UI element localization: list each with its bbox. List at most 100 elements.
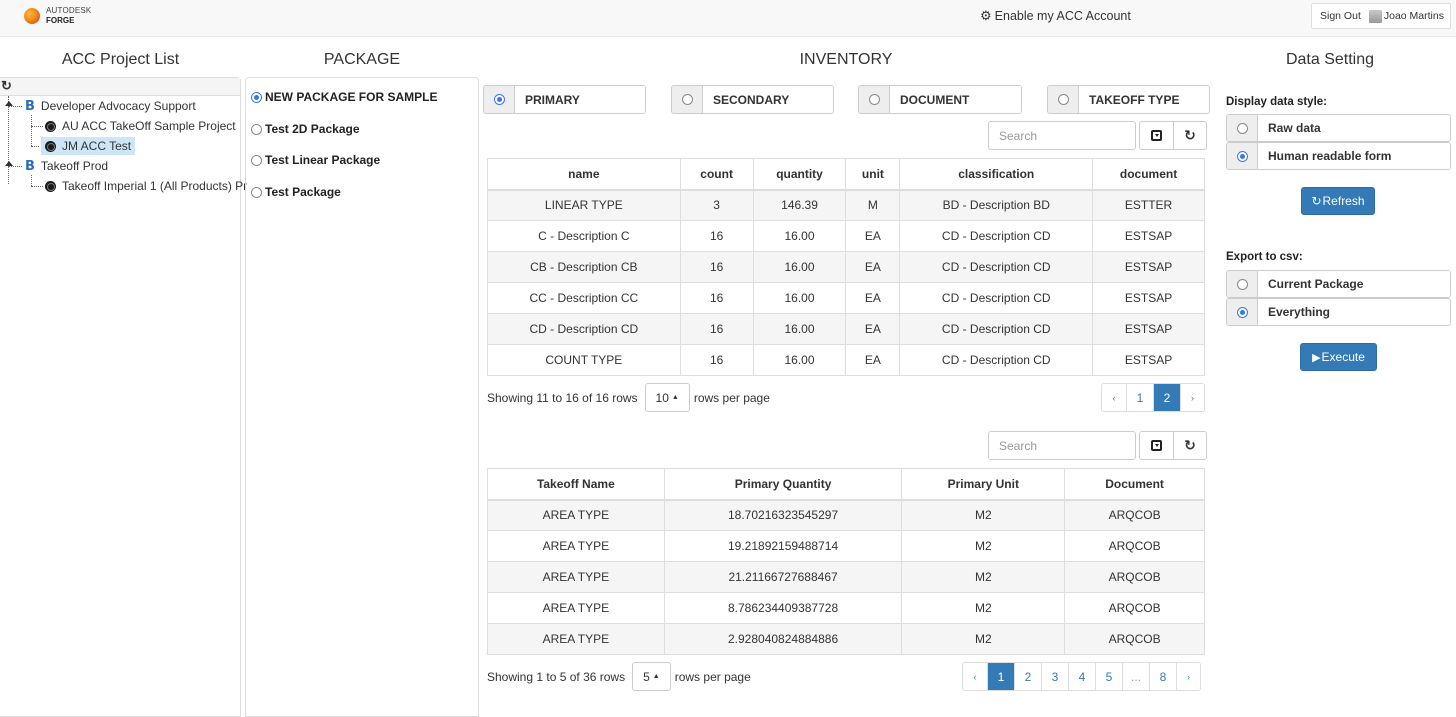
page-button[interactable]: 1	[1126, 384, 1153, 411]
prev-page-button[interactable]: ‹	[963, 663, 987, 690]
inventory-radio-secondary[interactable]: SECONDARY	[671, 85, 834, 114]
execute-button[interactable]: ▶ Execute	[1300, 343, 1377, 371]
display-option-raw-data[interactable]: Raw data	[1226, 114, 1451, 142]
page-button[interactable]: 2	[1153, 384, 1180, 411]
table1-refresh-button[interactable]: ↻	[1173, 122, 1206, 149]
sign-out-button[interactable]: Sign Out	[1320, 10, 1361, 22]
table-row[interactable]: LINEAR TYPE 3 146.39 M BD - Description BD ES…	[487, 189, 1205, 221]
play-icon: ▶	[1312, 351, 1321, 364]
page-size-dropdown[interactable]: 5 ▲	[632, 662, 671, 691]
package-option[interactable]: Test Linear Package	[251, 153, 380, 167]
table-row[interactable]: C - Description C 16 16.00 EA CD - Descripti…	[487, 220, 1205, 252]
column-header-name[interactable]: name	[487, 158, 681, 191]
column-header-classification[interactable]: classification	[899, 158, 1094, 191]
tree-node-project-selected[interactable]: JM ACC Test	[41, 137, 136, 155]
page-button[interactable]: 4	[1068, 663, 1095, 690]
tree-node-project[interactable]: AU ACC TakeOff Sample Project	[45, 117, 236, 135]
table2-search-input[interactable]	[988, 431, 1136, 460]
column-header-primary-quantity[interactable]: Primary Quantity	[663, 468, 903, 501]
table2-refresh-button[interactable]: ↻	[1173, 432, 1206, 459]
collapse-arrow-icon[interactable]	[5, 101, 13, 106]
table-row[interactable]: CB - Description CB 16 16.00 EA CD - Descrip…	[487, 251, 1205, 283]
inventory-radio-primary[interactable]: PRIMARY	[483, 85, 646, 114]
table-row[interactable]: AREA TYPE 21.21166727688467 M2 ARQCOB	[487, 561, 1205, 593]
table-cell: M2	[901, 592, 1066, 624]
display-option-human-readable[interactable]: Human readable form	[1226, 142, 1451, 170]
table-cell: EA	[845, 313, 901, 345]
table-cell: ARQCOB	[1064, 530, 1205, 562]
next-page-button[interactable]: ›	[1176, 663, 1200, 690]
export-option-label: Everything	[1258, 299, 1450, 325]
radio-checked-icon[interactable]	[1236, 306, 1248, 318]
table-cell: BD - Description BD	[899, 189, 1094, 221]
table2-columns-toggle-button[interactable]	[1140, 432, 1173, 459]
radio-icon[interactable]	[1236, 278, 1248, 290]
enable-acc-account-link[interactable]: ⚙ Enable my ACC Account	[980, 8, 1131, 24]
globe-icon	[45, 180, 56, 192]
radio-icon[interactable]	[681, 94, 693, 105]
export-option-everything[interactable]: Everything	[1226, 298, 1451, 326]
radio-icon[interactable]	[1057, 94, 1069, 105]
execute-button-label: Execute	[1321, 350, 1365, 364]
table-cell: ARQCOB	[1064, 592, 1205, 624]
gear-icon: ⚙	[980, 8, 992, 23]
project-list-title: ACC Project List	[61, 51, 180, 68]
table-row[interactable]: COUNT TYPE 16 16.00 EA CD - Description CD ES…	[487, 344, 1205, 376]
project-tree-panel: ↻ B Developer Advocacy Support AU ACC Ta…	[0, 77, 247, 717]
radio-checked-icon[interactable]	[1236, 150, 1248, 162]
tree-node-hub[interactable]: B Developer Advocacy Support	[25, 97, 196, 115]
table-row[interactable]: CC - Description CC 16 16.00 EA CD - Descrip…	[487, 282, 1205, 314]
page-button[interactable]: 1	[987, 663, 1014, 690]
table-cell: COUNT TYPE	[487, 344, 681, 376]
refresh-tree-icon[interactable]: ↻	[1, 78, 12, 94]
column-header-unit[interactable]: unit	[845, 158, 901, 191]
table-cell: 21.21166727688467	[663, 561, 903, 593]
inventory-radio-document[interactable]: DOCUMENT	[858, 85, 1022, 114]
bim360-hub-icon: B	[25, 98, 35, 114]
next-page-button[interactable]: ›	[1180, 384, 1204, 411]
package-option[interactable]: Test Package	[251, 185, 341, 199]
column-header-document[interactable]: Document	[1064, 468, 1205, 501]
package-option[interactable]: Test 2D Package	[251, 122, 360, 136]
refresh-button[interactable]: ↻ Refresh	[1301, 187, 1375, 215]
inventory-radio-takeoff-type[interactable]: TAKEOFF TYPE	[1047, 85, 1210, 114]
page-button[interactable]: 3	[1041, 663, 1068, 690]
tree-node-hub[interactable]: B Takeoff Prod	[25, 157, 108, 175]
column-header-takeoff-name[interactable]: Takeoff Name	[487, 468, 665, 501]
page-button[interactable]: 5	[1095, 663, 1122, 690]
radio-icon[interactable]	[251, 154, 262, 166]
column-header-primary-unit[interactable]: Primary Unit	[901, 468, 1066, 501]
column-header-document[interactable]: document	[1092, 158, 1205, 191]
prev-page-button[interactable]: ‹	[1102, 384, 1126, 411]
export-option-current-package[interactable]: Current Package	[1226, 270, 1451, 298]
page-button[interactable]: 8	[1149, 663, 1176, 690]
radio-checked-icon[interactable]	[251, 91, 262, 103]
page-size-dropdown[interactable]: 10 ▲	[644, 383, 690, 412]
table1-columns-toggle-button[interactable]	[1140, 122, 1173, 149]
inventory-title: INVENTORY	[799, 51, 893, 68]
table-cell: M2	[901, 499, 1066, 531]
tree-node-project[interactable]: Takeoff Imperial 1 (All Products) Pr	[45, 177, 247, 195]
takeoff-items-table: Takeoff Name Primary Quantity Primary Unit…	[487, 468, 1205, 655]
caret-up-icon: ▲	[671, 394, 679, 401]
table-row[interactable]: CD - Description CD 16 16.00 EA CD - Descrip…	[487, 313, 1205, 345]
radio-checked-icon[interactable]	[493, 94, 505, 105]
table-row[interactable]: AREA TYPE 2.928040824884886 M2 ARQCOB	[487, 623, 1205, 655]
radio-icon[interactable]	[251, 186, 262, 198]
column-header-quantity[interactable]: quantity	[752, 158, 847, 191]
package-option[interactable]: NEW PACKAGE FOR SAMPLE	[251, 90, 437, 104]
table-cell: 16.00	[752, 344, 847, 376]
column-header-count[interactable]: count	[679, 158, 754, 191]
page-button[interactable]: 2	[1014, 663, 1041, 690]
table1-search-input[interactable]	[988, 121, 1136, 150]
radio-icon[interactable]	[868, 94, 880, 105]
radio-icon[interactable]	[1236, 122, 1248, 134]
radio-icon[interactable]	[251, 123, 262, 135]
table-cell: M2	[901, 561, 1066, 593]
table-row[interactable]: AREA TYPE 18.70216323545297 M2 ARQCOB	[487, 499, 1205, 531]
table-cell: 16	[679, 344, 754, 376]
table-cell: ESTSAP	[1092, 344, 1205, 376]
collapse-arrow-icon[interactable]	[5, 161, 13, 166]
table-row[interactable]: AREA TYPE 8.786234409387728 M2 ARQCOB	[487, 592, 1205, 624]
table-row[interactable]: AREA TYPE 19.21892159488714 M2 ARQCOB	[487, 530, 1205, 562]
